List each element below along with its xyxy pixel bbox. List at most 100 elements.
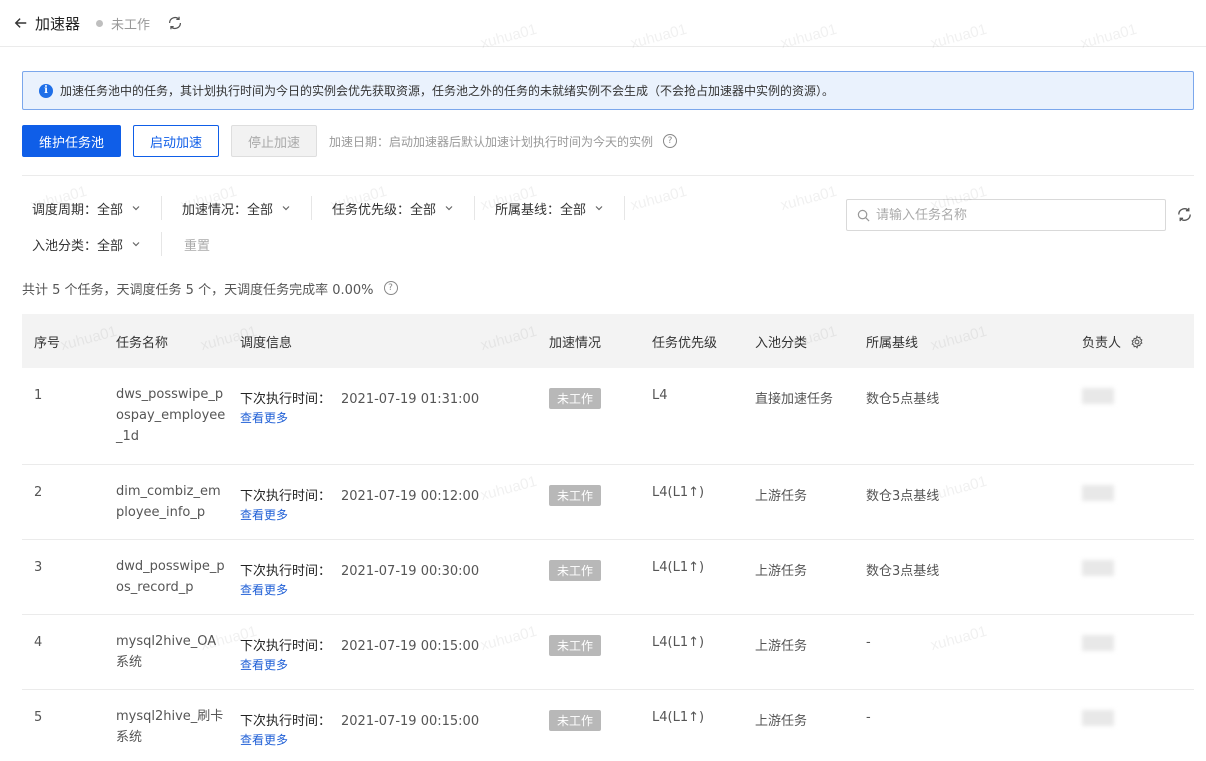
search-icon	[857, 209, 870, 221]
summary-text: 共计 5 个任务，天调度任务 5 个，天调度任务完成率 0.00%	[22, 282, 374, 298]
table-row: 2 dim_combiz_employee_info_p 下次执行时间： 2021-0…	[22, 464, 1194, 540]
table-row: 3 dwd_posswipe_pos_record_p 下次执行时间： 2021-07…	[22, 539, 1194, 615]
table-row: 1 dws_posswipe_pospay_employee_1d 下次执行时间： 2…	[22, 368, 1194, 465]
stop-accel-button[interactable]: 停止加速	[231, 125, 318, 157]
filter-cycle-label: 调度周期：全部	[32, 202, 124, 218]
back-button[interactable]	[14, 16, 28, 30]
cell-pool: 上游任务	[743, 614, 854, 690]
schedule-time: 2021-07-19 00:15:00	[341, 638, 480, 654]
page-title: 加速器	[35, 14, 81, 33]
help-icon[interactable]: ?	[383, 281, 398, 295]
cell-schedule: 下次执行时间： 2021-07-19 00:15:00 查看更多	[228, 689, 537, 761]
cell-owner	[1070, 368, 1194, 465]
cell-schedule: 下次执行时间： 2021-07-19 00:30:00 查看更多	[228, 539, 537, 615]
cell-accel: 未工作	[537, 689, 640, 761]
cell-pool: 直接加速任务	[743, 368, 854, 465]
cell-index: 5	[22, 689, 104, 761]
separator	[311, 196, 313, 220]
cell-task-name[interactable]: dim_combiz_employee_info_p	[104, 464, 228, 540]
help-icon[interactable]: ?	[663, 134, 678, 148]
view-more-link[interactable]: 查看更多	[240, 506, 288, 523]
divider	[22, 175, 1194, 176]
task-summary: 共计 5 个任务，天调度任务 5 个，天调度任务完成率 0.00% ?	[22, 276, 1194, 300]
cell-owner	[1070, 689, 1194, 761]
cell-task-name[interactable]: dwd_posswipe_pos_record_p	[104, 539, 228, 615]
col-accel: 加速情况	[549, 335, 602, 351]
view-more-link[interactable]: 查看更多	[240, 656, 288, 673]
cell-pool: 上游任务	[743, 539, 854, 615]
start-accel-button[interactable]: 启动加速	[133, 125, 220, 157]
status-indicator: 未工作	[96, 14, 150, 33]
view-more-link[interactable]: 查看更多	[240, 581, 288, 598]
cell-baseline: 数仓3点基线	[854, 539, 1070, 615]
filter-cycle[interactable]: 调度周期：全部	[22, 199, 151, 218]
cell-owner	[1070, 464, 1194, 540]
col-priority: 任务优先级	[652, 335, 718, 351]
cell-baseline: -	[854, 614, 1070, 690]
cell-pool: 上游任务	[743, 689, 854, 761]
cell-baseline: -	[854, 689, 1070, 761]
view-more-link[interactable]: 查看更多	[240, 409, 288, 426]
info-icon: i	[39, 83, 53, 98]
accel-status-badge: 未工作	[549, 634, 602, 656]
alert-text: 加速任务池中的任务，其计划执行时间为今日的实例会优先获取资源，任务池之外的任务的…	[60, 84, 835, 98]
refresh-icon[interactable]	[166, 14, 184, 32]
cell-task-name[interactable]: mysql2hive_OA系统	[104, 614, 228, 690]
col-owner-label: 负责人	[1082, 335, 1122, 351]
search-box[interactable]	[846, 199, 1166, 231]
schedule-label: 下次执行时间：	[240, 713, 332, 729]
cell-baseline: 数仓3点基线	[854, 464, 1070, 540]
top-bar: 加速器 未工作	[0, 0, 1206, 47]
table-header-row: 序号 任务名称 调度信息 加速情况 任务优先级 入池分类 所属基线 负责人	[22, 314, 1194, 368]
view-more-link[interactable]: 查看更多	[240, 731, 288, 748]
cell-schedule: 下次执行时间： 2021-07-19 01:31:00 查看更多	[228, 368, 537, 465]
arrow-left-icon	[14, 18, 27, 28]
cell-index: 4	[22, 614, 104, 690]
table-row: 5 mysql2hive_刷卡系统 下次执行时间： 2021-07-19 00:15:…	[22, 689, 1194, 761]
schedule-label: 下次执行时间：	[240, 392, 332, 407]
chevron-down-icon	[132, 206, 140, 211]
filter-pool-label: 入池分类：全部	[32, 238, 124, 254]
cell-index: 1	[22, 368, 104, 465]
search-input[interactable]	[876, 207, 1156, 223]
cell-task-name[interactable]: mysql2hive_刷卡系统	[104, 689, 228, 761]
hint-text: 加速日期：启动加速器后默认加速计划执行时间为今天的实例	[329, 134, 654, 149]
reset-button[interactable]: 重置	[172, 235, 210, 254]
col-schedule: 调度信息	[240, 335, 293, 351]
refresh-list-icon[interactable]	[1175, 205, 1194, 224]
accel-status-badge: 未工作	[549, 559, 602, 581]
action-bar: 维护任务池 启动加速 停止加速 加速日期：启动加速器后默认加速计划执行时间为今天…	[22, 125, 1194, 157]
cell-owner	[1070, 539, 1194, 615]
schedule-time: 2021-07-19 00:30:00	[341, 563, 480, 579]
accel-status-badge: 未工作	[549, 484, 602, 506]
chevron-down-icon	[595, 206, 603, 211]
cell-accel: 未工作	[537, 368, 640, 465]
owner-avatar-blurred	[1082, 709, 1114, 726]
col-index: 序号	[34, 335, 61, 351]
schedule-label: 下次执行时间：	[240, 638, 332, 654]
cell-priority: L4	[640, 368, 743, 465]
accel-date-hint: 加速日期：启动加速器后默认加速计划执行时间为今天的实例 ?	[329, 133, 678, 150]
separator	[474, 196, 476, 220]
cell-task-name[interactable]: dws_posswipe_pospay_employee_1d	[104, 368, 228, 465]
filter-priority[interactable]: 任务优先级：全部	[322, 199, 464, 218]
cell-schedule: 下次执行时间： 2021-07-19 00:15:00 查看更多	[228, 614, 537, 690]
info-alert: i 加速任务池中的任务，其计划执行时间为今日的实例会优先获取资源，任务池之外的任…	[22, 71, 1194, 110]
filter-row-2: 入池分类：全部 重置	[22, 226, 1194, 262]
schedule-time: 2021-07-19 00:15:00	[341, 713, 480, 729]
gear-icon[interactable]	[1130, 334, 1144, 349]
chevron-down-icon	[445, 206, 453, 211]
filter-accel[interactable]: 加速情况：全部	[172, 199, 301, 218]
maintain-pool-button[interactable]: 维护任务池	[22, 125, 122, 157]
filter-baseline[interactable]: 所属基线：全部	[485, 199, 614, 218]
chevron-down-icon	[282, 206, 290, 211]
status-text: 未工作	[111, 17, 151, 33]
filter-pool[interactable]: 入池分类：全部	[22, 235, 151, 254]
schedule-time: 2021-07-19 01:31:00	[341, 392, 480, 407]
owner-avatar-blurred	[1082, 559, 1114, 576]
cell-priority: L4(L1↑)	[640, 464, 743, 540]
schedule-label: 下次执行时间：	[240, 488, 332, 504]
col-task-name: 任务名称	[116, 335, 169, 351]
cell-priority: L4(L1↑)	[640, 539, 743, 615]
cell-pool: 上游任务	[743, 464, 854, 540]
